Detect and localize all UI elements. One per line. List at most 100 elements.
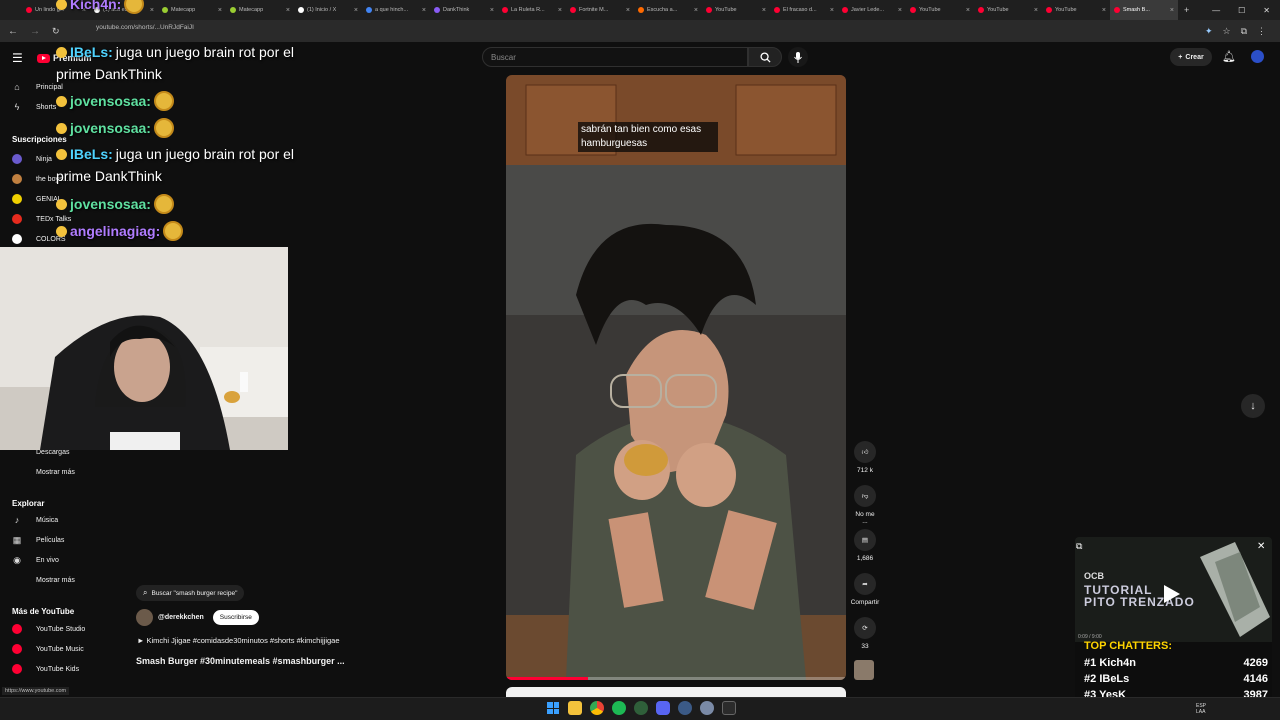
tab-close-icon[interactable]: × <box>898 7 902 14</box>
sidebar-item[interactable]: Mostrar más <box>0 464 75 480</box>
steam-icon[interactable] <box>678 701 692 715</box>
browser-tab[interactable]: a que hinch... × <box>362 0 430 20</box>
bell-icon[interactable]: 🔔︎ <box>1222 50 1236 63</box>
new-tab-icon[interactable]: + <box>1184 5 1189 15</box>
video-caption: sabrán tan bien como esas hamburguesas <box>578 122 718 152</box>
browser-tab[interactable]: (1) Inicio / X × <box>294 0 362 20</box>
tab-close-icon[interactable]: × <box>354 7 358 14</box>
dislike-action[interactable]: 👎︎ No me ... <box>853 485 877 525</box>
comment-icon[interactable]: ▤ <box>854 529 876 551</box>
settings-icon[interactable] <box>700 701 714 715</box>
browser-tab[interactable]: YouTube × <box>906 0 974 20</box>
tab-close-icon[interactable]: × <box>150 7 154 14</box>
browser-tab[interactable]: El fracaso d... × <box>770 0 838 20</box>
tab-close-icon[interactable]: × <box>558 7 562 14</box>
miniplayer-play-icon[interactable] <box>1164 585 1180 603</box>
back-icon[interactable]: ← <box>8 26 18 37</box>
share-action[interactable]: ➦ Compartir <box>846 573 884 606</box>
extension-icon[interactable]: ✦ <box>1205 26 1213 37</box>
browser-tab[interactable]: Fortnite M... × <box>566 0 634 20</box>
music-line[interactable]: ► Kimchi Jjigae #comidasde30minutos #sho… <box>137 636 340 645</box>
browser-tab[interactable]: YouTube × <box>702 0 770 20</box>
avatar[interactable] <box>1251 50 1264 63</box>
short-title[interactable]: Smash Burger #30minutemeals #smashburger… <box>136 656 345 666</box>
terminal-icon[interactable] <box>722 701 736 715</box>
tab-close-icon[interactable]: × <box>694 7 698 14</box>
sidebar-item[interactable]: Mostrar más <box>0 572 75 588</box>
start-icon[interactable] <box>547 702 559 714</box>
tab-favicon-icon <box>502 7 508 13</box>
create-button[interactable]: + Crear <box>1170 48 1212 66</box>
search-button[interactable] <box>748 47 782 67</box>
tab-close-icon[interactable]: × <box>1102 7 1106 14</box>
remix-action[interactable]: ⟳ 33 <box>853 617 877 650</box>
close-window-icon[interactable]: ✕ <box>1263 6 1270 15</box>
tab-close-icon[interactable]: × <box>762 7 766 14</box>
browser-tab[interactable]: Matecapp × <box>158 0 226 20</box>
miniplayer-close-icon[interactable]: ✕ <box>1257 541 1265 552</box>
browser-tab[interactable]: YouTube × <box>974 0 1042 20</box>
sidebar-item[interactable]: GENIAL <box>0 191 62 207</box>
sidebar-item[interactable]: ♪ Música <box>0 512 58 528</box>
sidebar-item-label: YouTube Studio <box>36 625 86 633</box>
sidebar-item[interactable]: ◉ En vivo <box>0 552 59 568</box>
like-icon[interactable]: 👍︎ <box>854 441 876 463</box>
search-chip[interactable]: ⌕ Buscar "smash burger recipe" <box>136 585 245 601</box>
discord-icon[interactable] <box>656 701 670 715</box>
browser-tab[interactable]: Matecapp × <box>226 0 294 20</box>
tab-close-icon[interactable]: × <box>626 7 630 14</box>
puzzle-icon[interactable]: ⧉ <box>1241 26 1247 37</box>
next-video-preview[interactable] <box>506 687 846 697</box>
voice-search-button[interactable] <box>788 47 808 67</box>
sidebar-item[interactable]: YouTube Music <box>0 641 84 657</box>
short-video-player[interactable] <box>506 75 846 680</box>
language-indicator[interactable]: ESP LAA <box>1196 703 1210 715</box>
minimize-icon[interactable]: — <box>1212 6 1220 15</box>
like-action[interactable]: 👍︎ 712 k <box>853 441 877 474</box>
browser-tab[interactable]: Smash B... × <box>1110 0 1178 20</box>
share-icon[interactable]: ➦ <box>854 573 876 595</box>
tab-close-icon[interactable]: × <box>966 7 970 14</box>
channel-name[interactable]: @derekkchen <box>158 614 204 621</box>
tab-close-icon[interactable]: × <box>1170 7 1174 14</box>
audio-thumbnail[interactable] <box>854 660 874 680</box>
sidebar-item[interactable]: YouTube Studio <box>0 621 85 637</box>
spotify-icon[interactable] <box>612 701 626 715</box>
tab-close-icon[interactable]: × <box>1034 7 1038 14</box>
browser-tab[interactable]: Escucha a... × <box>634 0 702 20</box>
browser-tab[interactable]: Javier Lede... × <box>838 0 906 20</box>
reload-icon[interactable]: ↻ <box>52 26 60 37</box>
channel-avatar[interactable] <box>136 609 153 626</box>
search-input[interactable]: Buscar <box>482 47 748 67</box>
sidebar-item[interactable]: Ninja <box>0 151 52 167</box>
tab-close-icon[interactable]: × <box>490 7 494 14</box>
sidebar-item[interactable]: ⌂ Principal <box>0 79 63 95</box>
star-icon[interactable]: ☆ <box>1222 26 1230 37</box>
maximize-icon[interactable]: ☐ <box>1238 6 1245 15</box>
subscribe-button[interactable]: Suscribirse <box>212 610 259 625</box>
url-text[interactable]: youtube.com/shorts/...UnRJdFaiJI <box>96 24 194 31</box>
browser-tab[interactable]: YouTube × <box>1042 0 1110 20</box>
remix-icon[interactable]: ⟳ <box>854 617 876 639</box>
browser-tab[interactable]: La Ruleta R... × <box>498 0 566 20</box>
sidebar-item[interactable]: ▦ Películas <box>0 532 65 548</box>
hamburger-icon[interactable]: ☰ <box>12 51 23 65</box>
sidebar-item[interactable]: ϟ Shorts <box>0 99 57 115</box>
tab-close-icon[interactable]: × <box>830 7 834 14</box>
next-short-button[interactable]: ↓ <box>1241 394 1265 418</box>
miniplayer-expand-icon[interactable]: ⧉ <box>1076 541 1082 552</box>
tab-close-icon[interactable]: × <box>286 7 290 14</box>
comments-action[interactable]: ▤ 1,686 <box>853 529 877 562</box>
forward-icon[interactable]: → <box>30 26 40 37</box>
tab-close-icon[interactable]: × <box>422 7 426 14</box>
sidebar-item[interactable]: YouTube Kids <box>0 661 79 677</box>
chrome-icon[interactable] <box>590 701 604 715</box>
tab-close-icon[interactable]: × <box>218 7 222 14</box>
file-explorer-icon[interactable] <box>568 701 582 715</box>
dislike-icon[interactable]: 👎︎ <box>854 485 876 507</box>
sidebar-item-label: En vivo <box>36 556 59 564</box>
browser-tab[interactable]: DankThink × <box>430 0 498 20</box>
app-icon[interactable] <box>634 701 648 715</box>
video-progress-track[interactable] <box>506 677 846 680</box>
menu-dots-icon[interactable]: ⋮ <box>1257 26 1266 37</box>
